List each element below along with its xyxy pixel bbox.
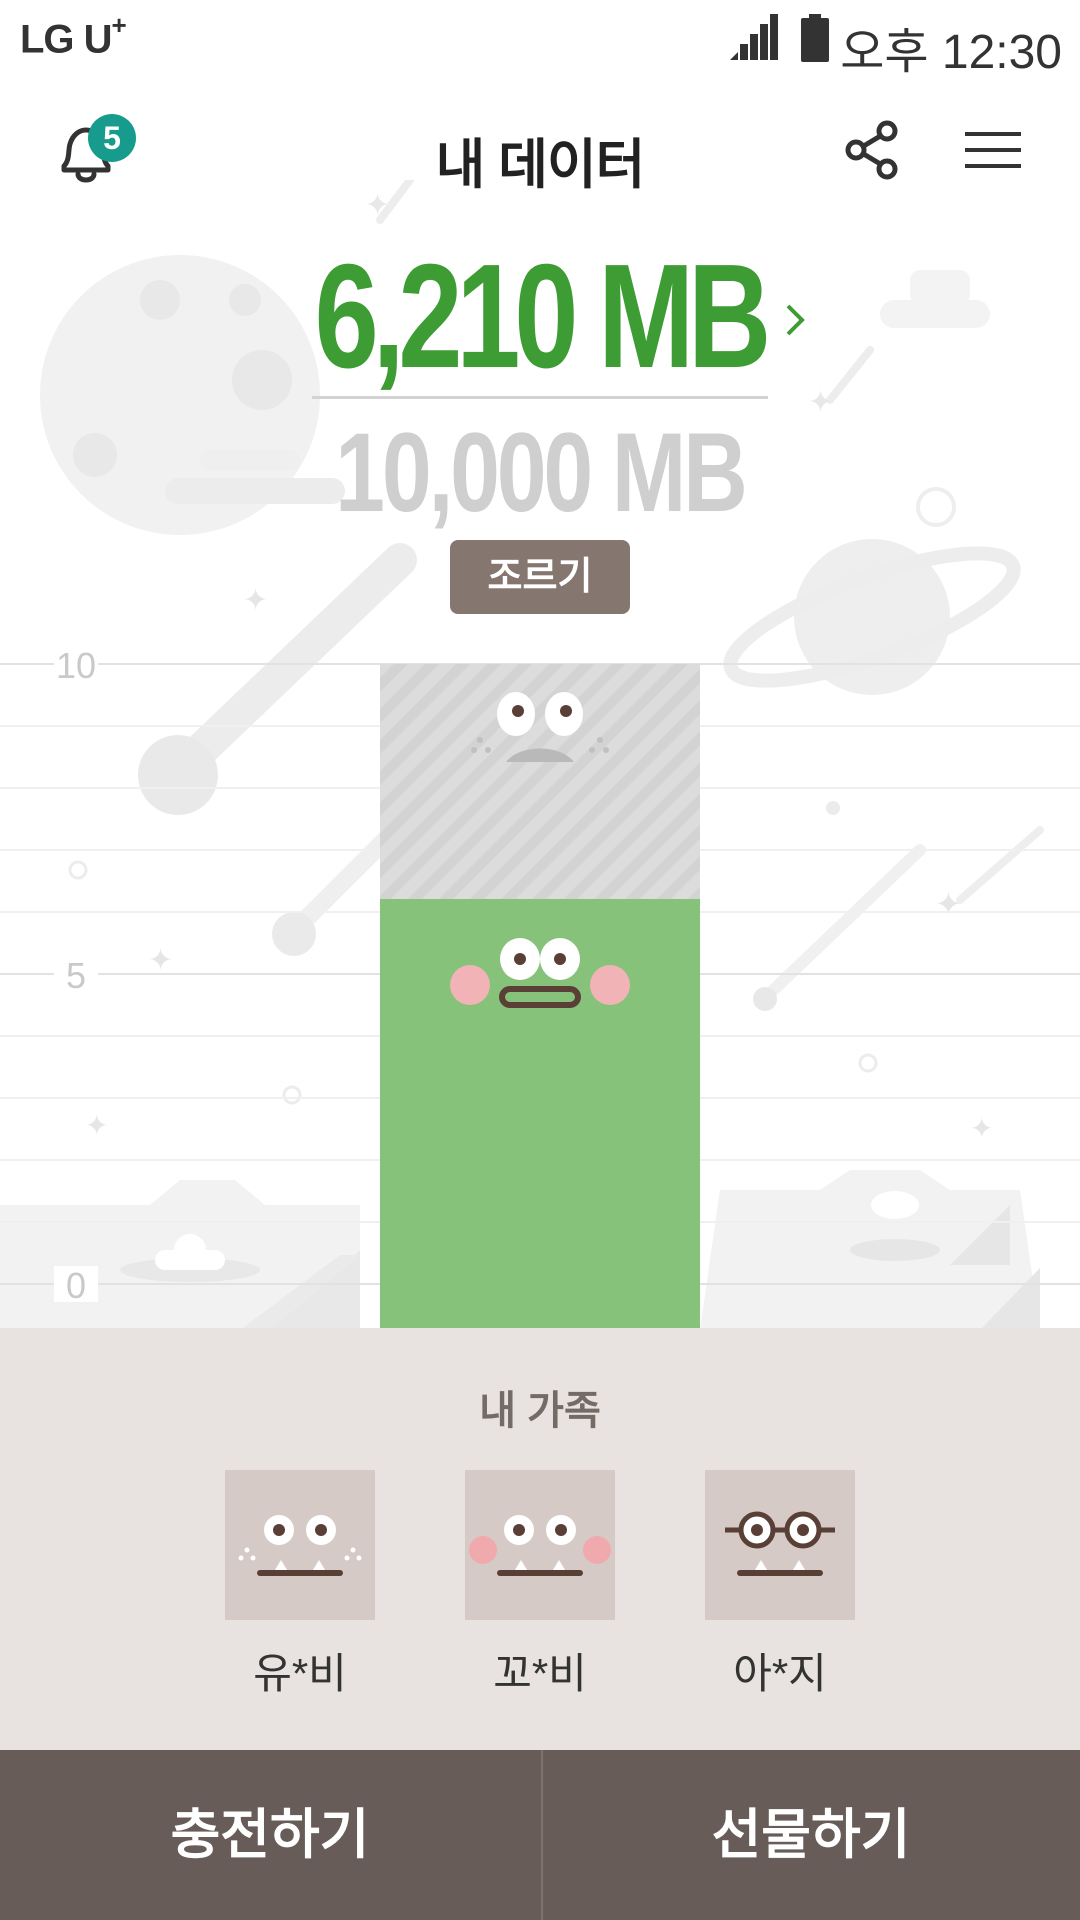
svg-text:✦: ✦ bbox=[243, 583, 268, 618]
page-title: 내 데이터 bbox=[435, 135, 646, 195]
blush-face-icon bbox=[465, 1470, 615, 1620]
family-member-2[interactable]: 꼬*비 bbox=[465, 1470, 615, 1701]
total-data: 10,000 MB bbox=[0, 408, 1080, 537]
app-header: 5 내 데이터 bbox=[0, 90, 1080, 210]
y-tick-label: 5 bbox=[66, 955, 86, 996]
total-data-value: 10,000 MB bbox=[335, 410, 748, 535]
signal-icon bbox=[730, 14, 778, 60]
carrier-label: LG U+ bbox=[20, 10, 127, 62]
family-member-name: 유*비 bbox=[253, 1650, 347, 1697]
divider bbox=[312, 396, 768, 399]
chevron-right-icon[interactable] bbox=[784, 300, 808, 340]
status-bar: LG U+ 오후 12:30 bbox=[0, 0, 1080, 79]
y-axis-ticks: 10 5 0 bbox=[54, 645, 98, 1306]
family-member-1[interactable]: 유*비 bbox=[225, 1470, 375, 1701]
y-tick-label: 0 bbox=[66, 1265, 86, 1306]
hamburger-menu-icon[interactable] bbox=[965, 130, 1021, 170]
beg-button[interactable]: 조르기 bbox=[450, 540, 630, 614]
gift-button[interactable]: 선물하기 bbox=[542, 1750, 1080, 1920]
remaining-data-bar bbox=[380, 664, 700, 899]
charge-button[interactable]: 충전하기 bbox=[0, 1750, 540, 1920]
family-section: 내 가족 유*비 꼬*비 아*지 bbox=[0, 1328, 1080, 1750]
family-member-name: 꼬*비 bbox=[493, 1650, 587, 1697]
plain-face-icon bbox=[225, 1470, 375, 1620]
share-icon[interactable] bbox=[845, 120, 901, 180]
y-tick-label: 10 bbox=[56, 645, 96, 686]
bottom-action-bar: 충전하기 선물하기 bbox=[0, 1750, 1080, 1920]
data-usage-chart: 10 5 0 bbox=[0, 645, 1080, 1328]
family-title: 내 가족 bbox=[479, 1389, 601, 1433]
used-data-bar bbox=[380, 898, 700, 1328]
used-data-link[interactable]: 6,210 MB bbox=[0, 232, 1080, 402]
used-data-value: 6,210 MB bbox=[314, 234, 772, 399]
battery-icon bbox=[801, 14, 829, 62]
clock: 오후 12:30 bbox=[840, 26, 1062, 79]
family-member-3[interactable]: 아*지 bbox=[705, 1470, 855, 1701]
family-member-name: 아*지 bbox=[733, 1650, 827, 1697]
glasses-face-icon bbox=[705, 1470, 855, 1620]
